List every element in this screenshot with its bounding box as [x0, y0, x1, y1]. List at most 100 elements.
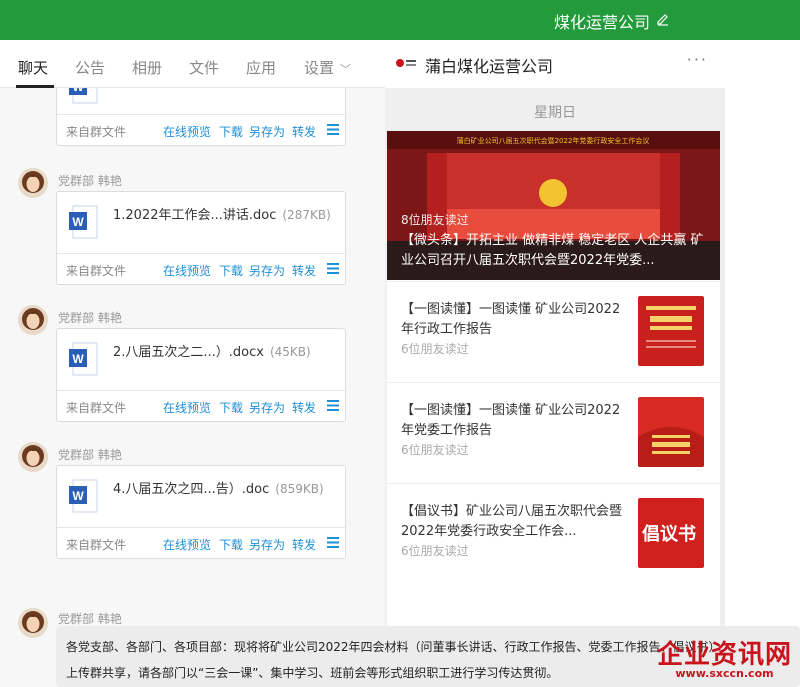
download-link[interactable]: 下载: [219, 123, 243, 140]
edit-icon[interactable]: [656, 12, 670, 26]
file-body: W 4.八届五次之四...告）.doc (859KB): [57, 466, 345, 528]
avatar[interactable]: [18, 442, 48, 472]
sender-name: 党群部 韩艳: [58, 612, 122, 626]
svg-text:W: W: [72, 489, 84, 503]
file-name[interactable]: 1.2022年工作会...讲话.doc (287KB): [113, 204, 331, 223]
file-message-card[interactable]: W 2.八届五次之二...）.docx (45KB) 来自群文件 在线预览 下载 …: [56, 328, 346, 422]
file-size: (45KB): [269, 345, 311, 359]
file-size: (859KB): [275, 482, 324, 496]
article-readers: 6位朋友读过: [401, 544, 469, 558]
menu-icon[interactable]: [327, 263, 339, 274]
preview-link[interactable]: 在线预览: [163, 536, 211, 553]
official-account-panel: 蒲白煤化运营公司 ··· 星期日 蒲白矿业公司八届五次职代会暨2022年党委行政…: [385, 40, 800, 687]
word-file-icon: W: [69, 88, 98, 104]
sender-name: 党群部 韩艳: [58, 174, 122, 188]
account-name: 蒲白煤化运营公司: [425, 57, 554, 76]
save-as-link[interactable]: 另存为: [249, 262, 285, 279]
thumbnail-text: 倡议书: [642, 524, 696, 545]
download-link[interactable]: 下载: [219, 262, 243, 279]
article-title: 【倡议书】矿业公司八届五次职代会暨2022年党委行政安全工作会...: [401, 504, 623, 539]
menu-icon[interactable]: [327, 537, 339, 548]
article-title: 【一图读懂】一图读懂 矿业公司2022年行政工作报告: [401, 302, 621, 337]
forward-link[interactable]: 转发: [292, 262, 316, 279]
preview-link[interactable]: 在线预览: [163, 123, 211, 140]
file-source: 来自群文件: [66, 538, 127, 552]
forward-link[interactable]: 转发: [292, 123, 316, 140]
notice-line-1: 各党支部、各部门、各项目部：现将将矿业公司2022年四会材料（问董事长讲话、行政…: [66, 640, 721, 654]
file-actions: 来自群文件 在线预览 下载 另存为 转发: [57, 528, 345, 558]
sender-name: 党群部 韩艳: [58, 448, 122, 462]
word-file-icon: W: [69, 342, 98, 376]
file-name[interactable]: 2.八届五次之二...）.docx (45KB): [113, 341, 311, 360]
file-message-card[interactable]: W 4.八届五次之四...告）.doc (859KB) 来自群文件 在线预览 下载…: [56, 465, 346, 559]
watermark: 企业资讯网 www.sxccn.com: [657, 634, 792, 680]
file-actions: 来自群文件 在线预览 下载 另存为 转发: [57, 254, 345, 284]
article-item[interactable]: 【一图读懂】一图读懂 矿业公司2022年行政工作报告 6位朋友读过: [387, 281, 720, 381]
save-as-link[interactable]: 另存为: [249, 399, 285, 416]
article-group: 蒲白矿业公司八届五次职代会暨2022年党委行政安全工作会议 8位朋友读过 【微头…: [387, 131, 720, 646]
file-source: 来自群文件: [66, 401, 127, 415]
file-body: W: [57, 88, 345, 115]
chevron-down-icon: ﹀: [340, 63, 352, 76]
sender-name: 党群部 韩艳: [58, 311, 122, 325]
save-as-link[interactable]: 另存为: [249, 123, 285, 140]
tab-chat[interactable]: 聊天: [18, 57, 48, 78]
article-feed[interactable]: 星期日 蒲白矿业公司八届五次职代会暨2022年党委行政安全工作会议 8位朋友读过…: [385, 88, 725, 648]
file-name[interactable]: 4.八届五次之四...告）.doc (859KB): [113, 478, 324, 497]
article-thumbnail: [638, 296, 704, 366]
notice-line-2: 上传群共享，请各部门以“三会一课”、集中学习、班前会等形式组织职工进行学习传达贯…: [66, 666, 559, 680]
article-readers: 6位朋友读过: [401, 342, 469, 356]
word-file-icon: W: [69, 479, 98, 513]
hero-readers: 8位朋友读过: [401, 213, 469, 227]
file-message-card[interactable]: W 来自群文件 在线预览 下载 另存为 转发: [56, 88, 346, 146]
svg-text:蒲白矿业公司八届五次职代会暨2022年党委行政安全工作会议: 蒲白矿业公司八届五次职代会暨2022年党委行政安全工作会议: [457, 136, 650, 145]
article-thumbnail: [638, 397, 704, 467]
article-item[interactable]: 【一图读懂】一图读懂 矿业公司2022年党委工作报告 6位朋友读过: [387, 382, 720, 482]
article-thumbnail: 倡议书: [638, 498, 704, 568]
file-source: 来自群文件: [66, 264, 127, 278]
save-as-link[interactable]: 另存为: [249, 536, 285, 553]
menu-icon[interactable]: [327, 124, 339, 135]
preview-link[interactable]: 在线预览: [163, 399, 211, 416]
avatar[interactable]: [18, 305, 48, 335]
file-actions: 来自群文件 在线预览 下载 另存为 转发: [57, 115, 345, 145]
hero-title: 【微头条】开拓主业 做精非煤 稳定老区 人企共赢 矿业公司召开八届五次职代会暨2…: [401, 233, 704, 268]
forward-link[interactable]: 转发: [292, 399, 316, 416]
tab-files[interactable]: 文件: [189, 57, 219, 78]
account-logo-icon: [396, 59, 416, 67]
avatar[interactable]: [18, 168, 48, 198]
group-title: 煤化运营公司: [553, 13, 650, 32]
hero-article[interactable]: 蒲白矿业公司八届五次职代会暨2022年党委行政安全工作会议 8位朋友读过 【微头…: [387, 131, 720, 280]
article-item[interactable]: 【倡议书】矿业公司八届五次职代会暨2022年党委行政安全工作会... 6位朋友读…: [387, 483, 720, 583]
tab-settings-label: 设置: [304, 59, 335, 77]
date-divider: 星期日: [534, 105, 576, 121]
svg-text:W: W: [72, 352, 84, 366]
tab-settings[interactable]: 设置 ﹀: [304, 57, 351, 78]
menu-icon[interactable]: [327, 400, 339, 411]
preview-link[interactable]: 在线预览: [163, 262, 211, 279]
download-link[interactable]: 下载: [219, 536, 243, 553]
file-body: W 1.2022年工作会...讲话.doc (287KB): [57, 192, 345, 254]
account-header: 蒲白煤化运营公司 ···: [385, 40, 800, 88]
file-source: 来自群文件: [66, 125, 127, 139]
file-size: (287KB): [282, 208, 331, 222]
tab-album[interactable]: 相册: [132, 57, 162, 78]
download-link[interactable]: 下载: [219, 399, 243, 416]
article-readers: 6位朋友读过: [401, 443, 469, 457]
avatar[interactable]: [18, 608, 48, 638]
more-options-icon[interactable]: ···: [687, 50, 708, 69]
tab-announcements[interactable]: 公告: [75, 57, 105, 78]
watermark-text: 企业资讯网: [656, 640, 792, 670]
title-bar: 煤化运营公司: [0, 0, 800, 40]
watermark-url: www.sxccn.com: [675, 667, 774, 680]
app-window: 煤化运营公司 聊天 公告 相册 文件 应用 设置 ﹀ W: [0, 0, 800, 687]
article-title: 【一图读懂】一图读懂 矿业公司2022年党委工作报告: [401, 403, 621, 438]
tab-bar: 聊天 公告 相册 文件 应用 设置 ﹀: [0, 40, 385, 88]
chat-message-list[interactable]: W 来自群文件 在线预览 下载 另存为 转发 党群部 韩艳: [0, 88, 385, 687]
tab-apps[interactable]: 应用: [246, 57, 276, 78]
file-actions: 来自群文件 在线预览 下载 另存为 转发: [57, 391, 345, 421]
svg-text:W: W: [72, 215, 84, 229]
file-body: W 2.八届五次之二...）.docx (45KB): [57, 329, 345, 391]
forward-link[interactable]: 转发: [292, 536, 316, 553]
file-message-card[interactable]: W 1.2022年工作会...讲话.doc (287KB) 来自群文件 在线预览 …: [56, 191, 346, 285]
